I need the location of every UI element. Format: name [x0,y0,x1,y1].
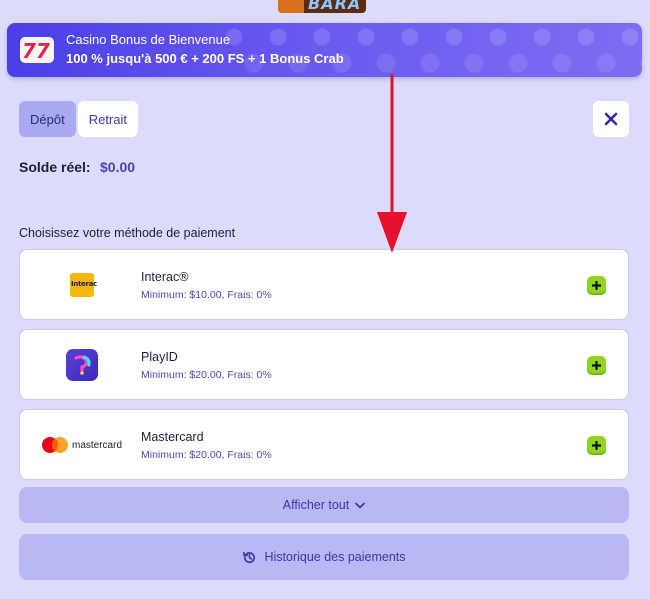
method-details: Minimum: $20.00, Frais: 0% [141,369,272,381]
method-details: Minimum: $20.00, Frais: 0% [141,449,272,461]
close-button[interactable] [593,101,629,137]
method-name: PlayID [141,350,178,364]
close-icon [604,112,618,126]
method-details: Minimum: $10.00, Frais: 0% [141,289,272,301]
payment-method-interac[interactable]: Interac Interac® Minimum: $10.00, Frais:… [19,249,629,320]
add-method-button[interactable] [587,436,606,455]
plus-icon [592,441,601,450]
method-name: Mastercard [141,430,204,444]
payment-method-playid[interactable]: PlayID Minimum: $20.00, Frais: 0% [19,329,629,400]
balance-value: $0.00 [100,159,136,175]
banner-title: Casino Bonus de Bienvenue [66,32,231,47]
show-all-button[interactable]: Afficher tout [19,487,629,523]
plus-icon [592,281,601,290]
mastercard-logo: mastercard [38,428,126,462]
add-method-button[interactable] [587,276,606,295]
playid-logo [38,348,126,382]
history-label: Historique des paiements [264,550,406,564]
tab-deposit[interactable]: Dépôt [19,101,76,137]
chevron-down-icon [355,502,366,508]
interac-logo: Interac [38,268,126,302]
brand-logo-mark [278,0,304,13]
brand-logo: BARA [278,0,366,13]
payment-methods-heading: Choisissez votre méthode de paiement [19,226,236,240]
banner-offer: 100 % jusqu'à 500 € + 200 FS + 1 Bonus C… [66,51,344,66]
svg-text:77: 77 [22,39,50,63]
history-icon [243,551,256,563]
tab-withdraw[interactable]: Retrait [77,101,138,137]
banner-pattern [222,23,642,77]
method-name: Interac® [141,270,189,284]
welcome-bonus-banner[interactable]: 77 Casino Bonus de Bienvenue 100 % jusqu… [7,23,642,77]
plus-icon [592,361,601,370]
payment-history-button[interactable]: Historique des paiements [19,534,629,580]
payment-method-mastercard[interactable]: mastercard Mastercard Minimum: $20.00, F… [19,409,629,480]
payment-tabs: Dépôt Retrait [19,101,138,137]
balance-label: Solde réel: [19,159,91,175]
brand-logo-text: BARA [308,0,362,13]
sevens-slot-icon: 77 [20,37,54,63]
show-all-label: Afficher tout [282,498,350,512]
add-method-button[interactable] [587,356,606,375]
